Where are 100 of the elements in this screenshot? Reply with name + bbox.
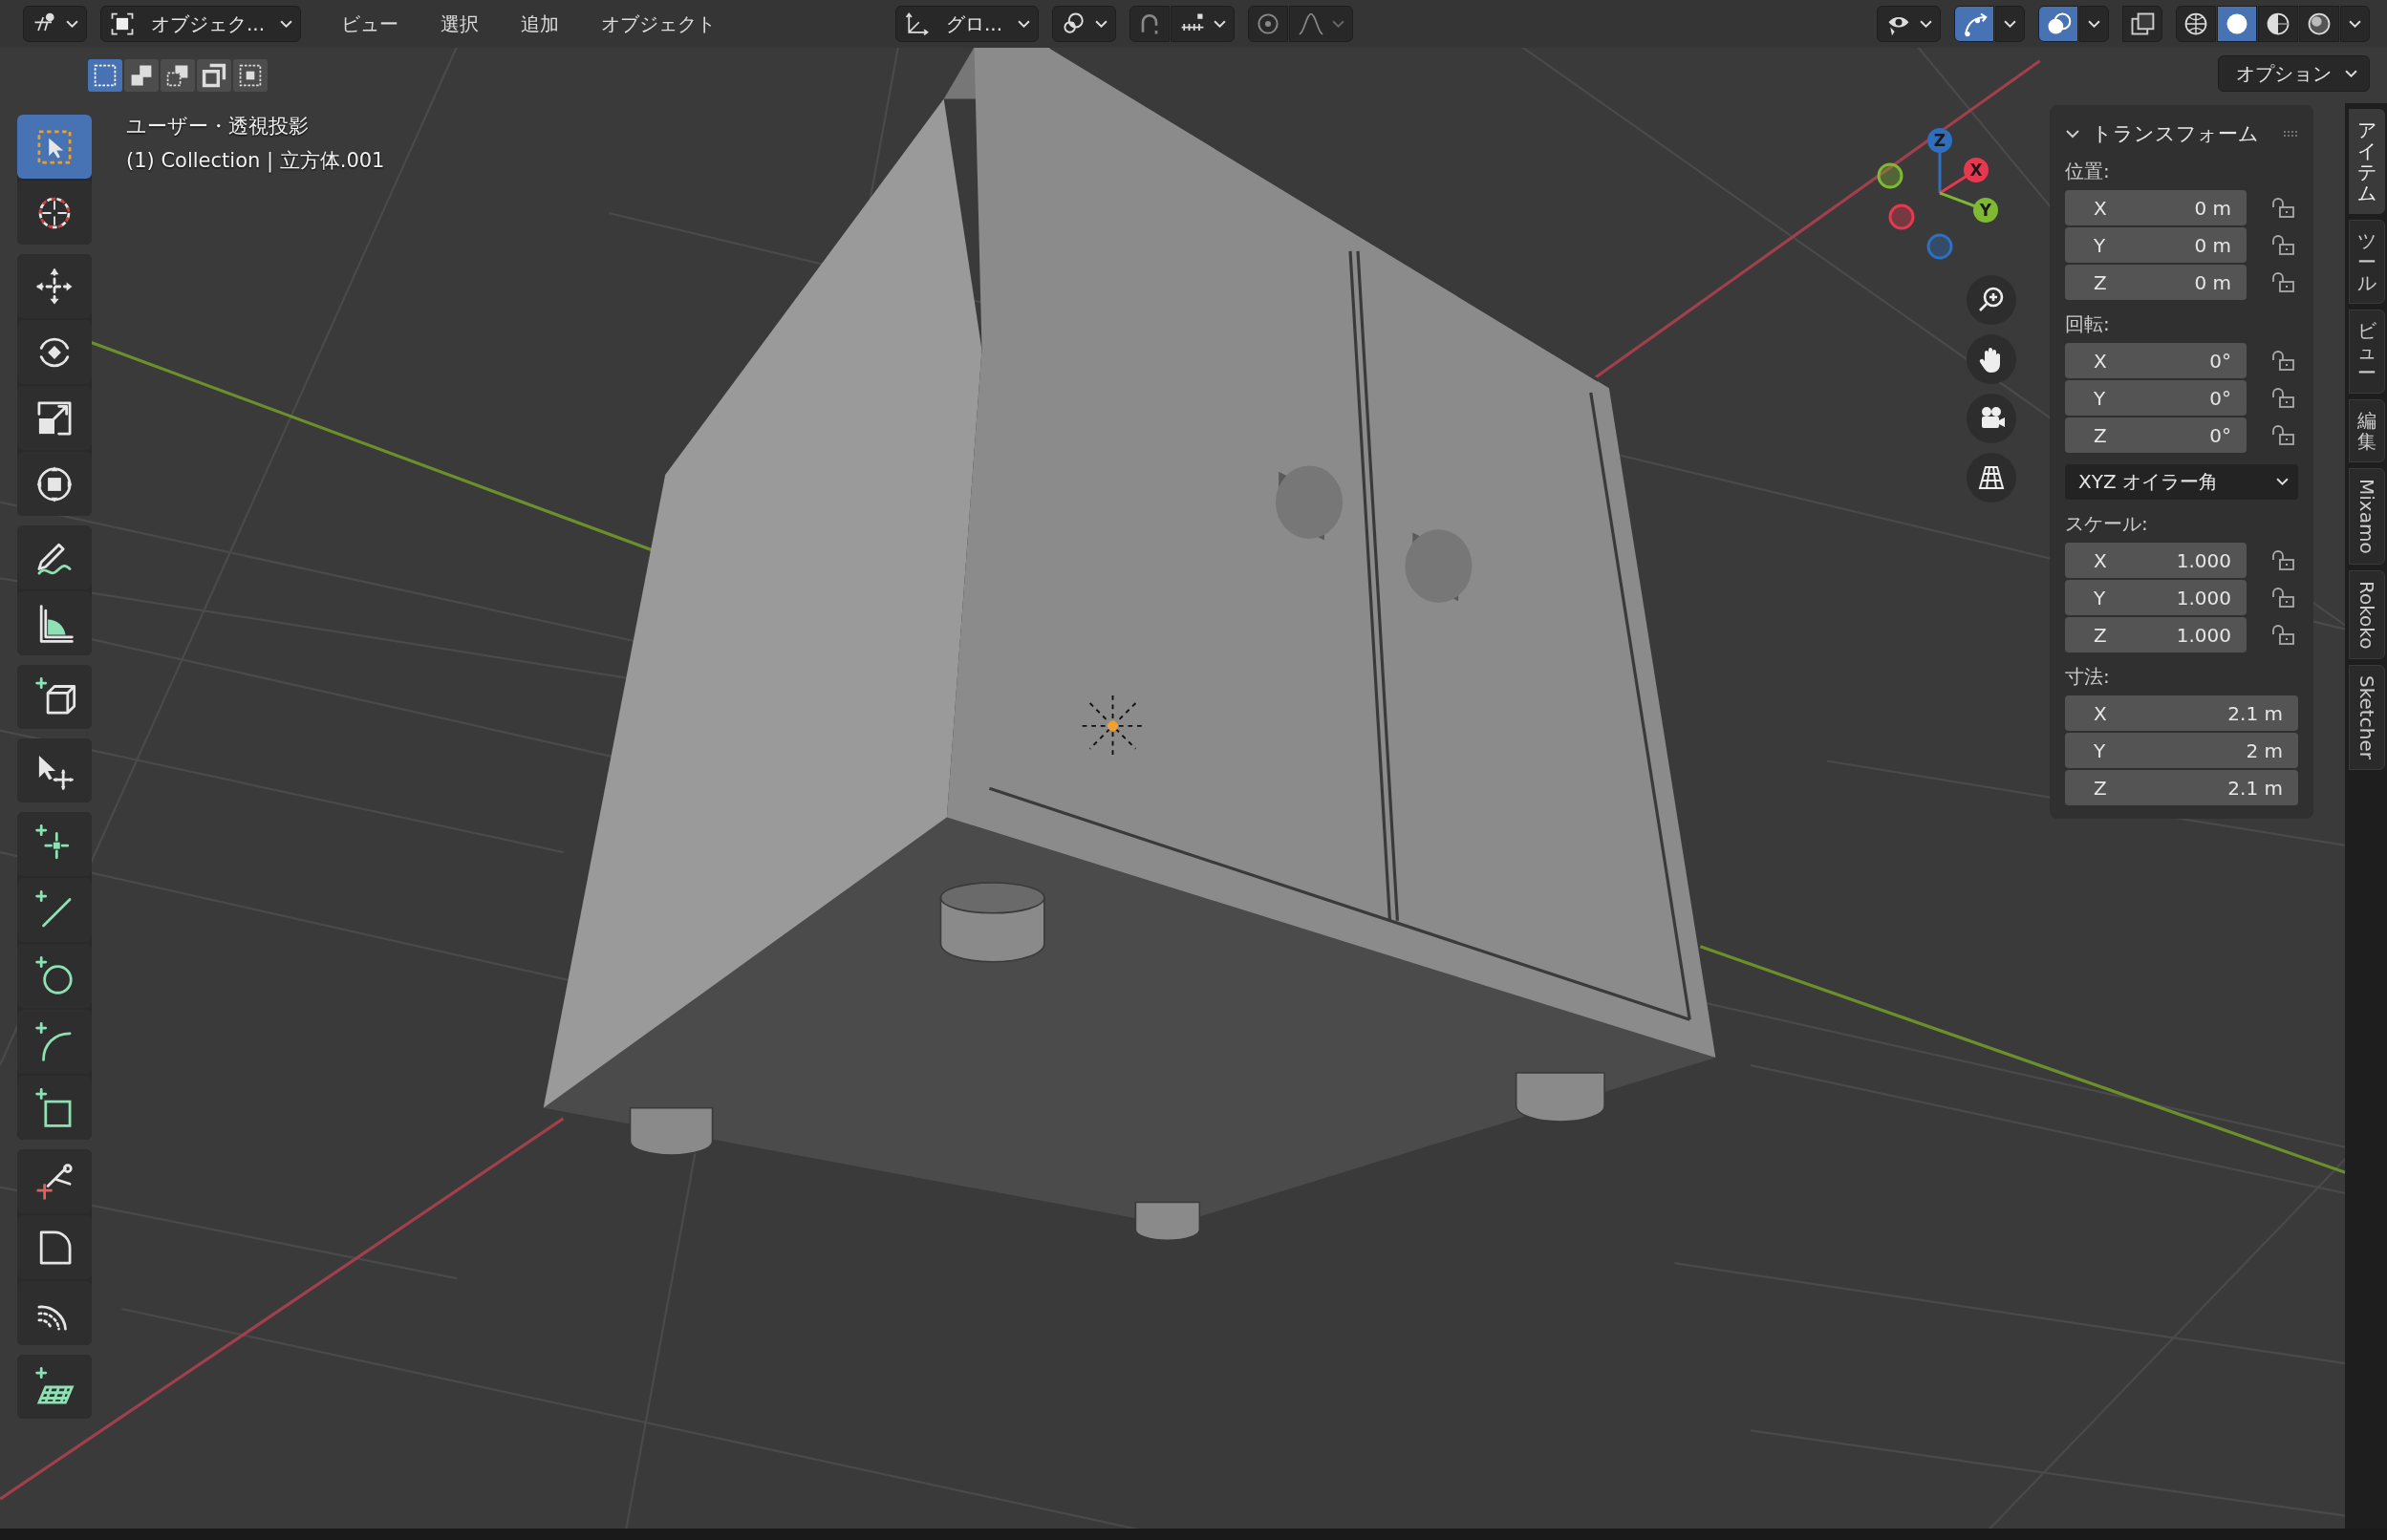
tool-button[interactable]: [17, 181, 92, 245]
mode-dropdown[interactable]: オブジェク...: [100, 6, 301, 42]
tool-button[interactable]: [17, 1149, 92, 1213]
proportional-edit-button[interactable]: [1248, 6, 1288, 42]
open-lock-icon[interactable]: [2271, 350, 2296, 372]
snap-toggle-button[interactable]: [1129, 6, 1170, 42]
tool-button[interactable]: [17, 944, 92, 1008]
shading-dropdown[interactable]: [2340, 6, 2370, 42]
chevron-icon[interactable]: [2065, 129, 2080, 139]
sidebar-tab[interactable]: ツール: [2349, 220, 2385, 304]
selection-mode-button[interactable]: [88, 59, 122, 92]
tool-button[interactable]: [17, 1010, 92, 1074]
caret-icon: [2088, 19, 2100, 29]
zoom-button[interactable]: [1967, 275, 2016, 325]
tool-button[interactable]: [17, 1355, 92, 1419]
tool-button[interactable]: [17, 452, 92, 516]
open-lock-icon[interactable]: [2271, 197, 2296, 219]
editor-type-button[interactable]: [23, 6, 87, 42]
negative-axis-handle[interactable]: [1888, 203, 1915, 230]
number-field[interactable]: Z 0 m: [2065, 265, 2247, 300]
object-info: (1) Collection | 立方体.001: [126, 148, 385, 174]
options-dropdown[interactable]: オプション: [2218, 55, 2370, 92]
sidebar-tab[interactable]: Mixamo: [2349, 468, 2385, 565]
number-field[interactable]: Y 2 m: [2065, 733, 2298, 768]
tool-button[interactable]: [17, 591, 92, 655]
selection-mode-button[interactable]: [161, 59, 195, 92]
material-shading-button[interactable]: [2258, 6, 2298, 42]
section-label: 回転:: [2065, 311, 2111, 337]
tool-button[interactable]: [17, 525, 92, 589]
caret-icon: [1214, 19, 1226, 29]
number-field[interactable]: X 0 m: [2065, 190, 2247, 225]
open-lock-icon[interactable]: [2271, 424, 2296, 446]
rendered-shading-button[interactable]: [2299, 6, 2339, 42]
tool-button[interactable]: [17, 254, 92, 318]
sidebar-tab[interactable]: 編集: [2349, 399, 2385, 462]
open-lock-icon[interactable]: [2271, 549, 2296, 571]
menu-item[interactable]: ビュー: [324, 11, 416, 37]
dropdown-button[interactable]: [1995, 6, 2025, 42]
xray-toggle-button[interactable]: [2122, 6, 2162, 42]
sphere-icon: [2306, 11, 2333, 37]
tool-button[interactable]: [17, 1281, 92, 1345]
open-lock-icon[interactable]: [2271, 234, 2296, 256]
solid-shading-button[interactable]: [2217, 6, 2257, 42]
visibility-dropdown[interactable]: [1877, 6, 1941, 42]
tool-button[interactable]: [17, 812, 92, 876]
tool-button[interactable]: [17, 1076, 92, 1140]
tool-button[interactable]: [17, 738, 92, 802]
open-lock-icon[interactable]: [2271, 271, 2296, 293]
tool-button[interactable]: [17, 320, 92, 384]
sidebar-tab[interactable]: Rokoko: [2349, 569, 2385, 660]
menu-item[interactable]: 選択: [423, 11, 496, 37]
number-field[interactable]: Y 1.000: [2065, 580, 2247, 615]
falloff-dropdown[interactable]: [1289, 6, 1353, 42]
selection-mode-button[interactable]: [233, 59, 268, 92]
number-field[interactable]: Y 0°: [2065, 380, 2247, 416]
overlay-toggle-button[interactable]: [2038, 6, 2078, 42]
number-field[interactable]: Z 1.000: [2065, 617, 2247, 652]
selection-mode-button[interactable]: [124, 59, 159, 92]
navigation-gizmo[interactable]: Z X Y: [1863, 124, 2016, 267]
mode-label: オブジェク...: [150, 11, 266, 37]
tool-button[interactable]: [17, 1215, 92, 1279]
orientation-dropdown[interactable]: グロ...: [895, 6, 1039, 42]
sidebar-tab[interactable]: アイテム: [2349, 109, 2385, 214]
open-lock-icon[interactable]: [2271, 587, 2296, 609]
menu-item[interactable]: オブジェクト: [584, 11, 733, 37]
pan-button[interactable]: [1967, 334, 2016, 384]
drag-grip-icon[interactable]: [2281, 130, 2300, 138]
menu-item[interactable]: 追加: [504, 11, 576, 37]
wireframe-shading-button[interactable]: [2176, 6, 2216, 42]
sidebar-tab[interactable]: ビュー: [2349, 310, 2385, 394]
orientation-label: グロ...: [945, 11, 1003, 37]
dropdown-button[interactable]: [2079, 6, 2109, 42]
tool-button[interactable]: [17, 386, 92, 450]
number-field[interactable]: X 1.000: [2065, 543, 2247, 578]
tool-button[interactable]: [17, 878, 92, 942]
negative-axis-handle[interactable]: [1877, 162, 1903, 189]
tool-button[interactable]: [17, 665, 92, 729]
open-lock-icon[interactable]: [2271, 387, 2296, 409]
axis-handle[interactable]: Y: [1973, 198, 1998, 223]
selection-mode-icon: [93, 63, 118, 88]
rotation-mode-dropdown[interactable]: XYZ オイラー角: [2065, 464, 2298, 500]
number-field[interactable]: Y 0 m: [2065, 227, 2247, 263]
selection-mode-icon: [202, 63, 226, 88]
selection-mode-icon: [165, 63, 190, 88]
axis-handle[interactable]: X: [1964, 158, 1989, 182]
negative-axis-handle[interactable]: [1926, 233, 1953, 260]
section-label: スケール:: [2065, 511, 2149, 537]
open-lock-icon[interactable]: [2271, 624, 2296, 646]
selection-mode-button[interactable]: [197, 59, 231, 92]
caret-icon: [66, 19, 78, 29]
sidebar-tab[interactable]: Sketcher: [2349, 665, 2385, 770]
perspective-toggle-button[interactable]: [1967, 453, 2016, 503]
number-field[interactable]: X 0°: [2065, 343, 2247, 378]
snap-target-dropdown[interactable]: [1171, 6, 1235, 42]
number-field[interactable]: Z 0°: [2065, 417, 2247, 453]
camera-view-button[interactable]: [1967, 394, 2016, 443]
gizmo-toggle-button[interactable]: [1954, 6, 1994, 42]
number-field[interactable]: Z 2.1 m: [2065, 770, 2298, 805]
pivot-dropdown[interactable]: [1052, 6, 1116, 42]
number-field[interactable]: X 2.1 m: [2065, 695, 2298, 731]
